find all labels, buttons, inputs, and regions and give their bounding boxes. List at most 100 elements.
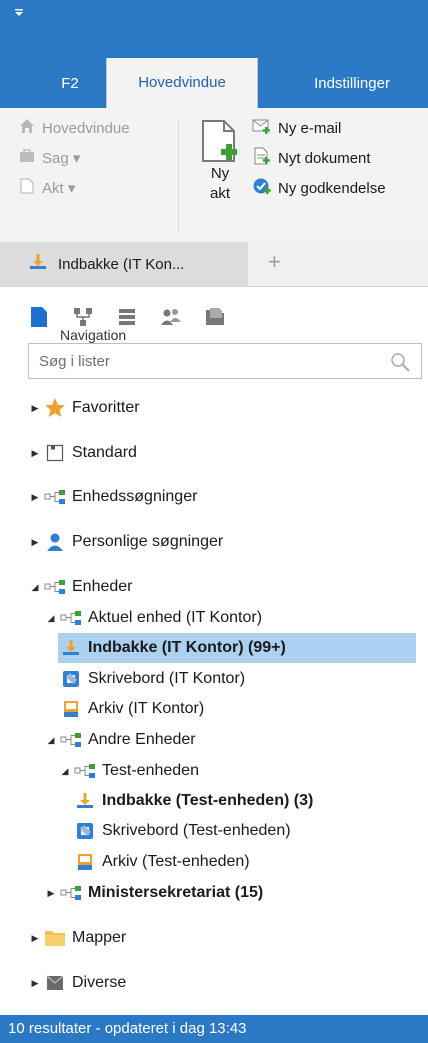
misc-icon — [44, 972, 66, 994]
tree-item-label: Test-enheden — [102, 762, 199, 779]
tree-item-diverse[interactable]: ▶ Diverse — [30, 968, 127, 998]
inbox-icon — [60, 637, 82, 659]
expand-arrow-icon[interactable]: ▶ — [30, 535, 40, 549]
tree-item-personlige-sogninger[interactable]: ▶ Personlige søgninger — [30, 527, 223, 557]
tree-item-standard[interactable]: ▶ Standard — [30, 438, 137, 468]
tree-item-label: Indbakke (Test-enheden) (3) — [102, 792, 314, 809]
folder-icon — [44, 927, 66, 949]
new-document-icon — [252, 147, 272, 172]
tree-item-favoritter[interactable]: ▶ Favoritter — [30, 393, 140, 423]
tree-item-andre-enheder[interactable]: ◢ Andre Enheder — [46, 725, 196, 755]
collapse-arrow-icon[interactable]: ◢ — [60, 764, 70, 778]
tree-item-label: Arkiv (IT Kontor) — [88, 700, 205, 717]
tree-item-mapper[interactable]: ▶ Mapper — [30, 923, 126, 953]
tab-hovedvindue[interactable]: Hovedvindue — [106, 58, 258, 108]
new-email-button[interactable]: Ny e-mail — [252, 118, 341, 140]
tree-item-label: Standard — [72, 444, 137, 461]
expand-arrow-icon[interactable]: ▶ — [30, 931, 40, 945]
tree-item-enheder[interactable]: ◢ Enheder — [30, 572, 133, 602]
nav-sag-label: Sag ▾ — [42, 150, 81, 167]
ribbon: Hovedvindue Sag ▾ Akt ▾ Navigation Ny ak… — [0, 108, 428, 343]
document-tab-bar: Indbakke (IT Kon... + — [0, 242, 428, 287]
unit-hierarchy-icon — [60, 882, 82, 904]
nav-hovedvindue-label: Hovedvindue — [42, 120, 130, 137]
tree-item-label: Diverse — [72, 974, 127, 991]
hierarchy-icon[interactable] — [72, 306, 94, 328]
tree-item-enhedssogninger[interactable]: ▶ Enhedssøgninger — [30, 482, 198, 512]
tab-indstillinger[interactable]: Indstillinger — [292, 62, 412, 108]
document-icon — [18, 177, 36, 202]
nav-hovedvindue-button[interactable]: Hovedvindue — [18, 118, 130, 140]
tree-item-indbakke-test-enheden[interactable]: Indbakke (Test-enheden) (3) — [74, 786, 313, 816]
tree-item-label: Skrivebord (Test-enheden) — [102, 822, 291, 839]
folder-documents-icon[interactable] — [204, 306, 226, 328]
expand-arrow-icon[interactable]: ▶ — [30, 976, 40, 990]
tree-item-arkiv-test-enheden[interactable]: Arkiv (Test-enheden) — [74, 847, 250, 877]
unit-hierarchy-icon — [60, 729, 82, 751]
tree-item-label: Aktuel enhed (IT Kontor) — [88, 609, 263, 626]
tree-item-label: Indbakke (IT Kontor) (99+) — [88, 639, 286, 656]
list-toolbar — [28, 302, 226, 332]
search-field[interactable] — [28, 343, 422, 379]
list-view-icon[interactable] — [116, 306, 138, 328]
tree-item-label: Skrivebord (IT Kontor) — [88, 670, 246, 687]
archive-icon — [60, 698, 82, 720]
tree-item-arkiv-it-kontor[interactable]: Arkiv (IT Kontor) — [60, 694, 204, 724]
nav-sag-button[interactable]: Sag ▾ — [18, 148, 80, 170]
tree-item-test-enheden[interactable]: ◢ Test-enheden — [60, 756, 199, 786]
new-approval-button[interactable]: Ny godkendelse — [252, 178, 386, 200]
expand-arrow-icon[interactable]: ▶ — [30, 401, 40, 415]
new-document-button[interactable]: Nyt dokument — [252, 147, 371, 172]
new-approval-label: Ny godkendelse — [278, 180, 386, 197]
inbox-icon — [28, 252, 48, 277]
new-akt-icon — [200, 118, 240, 169]
tree-item-label: Favoritter — [72, 399, 140, 416]
desk-icon — [60, 668, 82, 690]
ribbon-separator — [178, 120, 179, 232]
collapse-arrow-icon[interactable]: ◢ — [46, 611, 56, 625]
tree-item-label: Mapper — [72, 929, 127, 946]
nav-akt-label: Akt ▾ — [42, 180, 76, 197]
new-akt-label-line1: Ny — [210, 165, 230, 182]
tab-indbakke[interactable]: Indbakke (IT Kon... — [0, 242, 248, 286]
new-email-label: Ny e-mail — [278, 120, 342, 137]
users-icon[interactable] — [160, 306, 182, 328]
collapse-arrow-icon[interactable]: ◢ — [46, 733, 56, 747]
unit-hierarchy-icon — [74, 760, 96, 782]
tree-item-aktuel-enhed[interactable]: ◢ Aktuel enhed (IT Kontor) — [46, 603, 263, 633]
tree-item-skrivebord-it-kontor[interactable]: Skrivebord (IT Kontor) — [60, 664, 245, 694]
status-bar: 10 resultater - opdateret i dag 13:43 — [0, 1015, 428, 1043]
expand-arrow-icon[interactable]: ▶ — [30, 446, 40, 460]
add-tab-button[interactable]: + — [268, 251, 288, 273]
desk-icon — [74, 820, 96, 842]
window-icon — [44, 442, 66, 464]
home-icon — [18, 117, 36, 142]
unit-hierarchy-icon — [44, 576, 66, 598]
collapse-arrow-icon[interactable]: ◢ — [30, 580, 40, 594]
nav-akt-button[interactable]: Akt ▾ — [18, 178, 75, 200]
tree-item-ministersekretariat[interactable]: ▶ Ministersekretariat (15) — [46, 878, 264, 908]
tree-item-label: Enhedssøgninger — [72, 488, 198, 505]
tab-indbakke-label: Indbakke (IT Kon... — [58, 255, 185, 273]
tree-item-skrivebord-test-enheden[interactable]: Skrivebord (Test-enheden) — [74, 816, 291, 846]
tree-item-label: Andre Enheder — [88, 731, 196, 748]
expand-arrow-icon[interactable]: ▶ — [46, 886, 56, 900]
search-input[interactable] — [37, 344, 381, 378]
unit-hierarchy-icon — [60, 607, 82, 629]
person-icon — [44, 531, 66, 553]
tree-item-label: Personlige søgninger — [72, 533, 224, 550]
quick-access-dropdown-icon[interactable] — [14, 8, 30, 24]
search-icon[interactable] — [389, 351, 411, 378]
document-list-icon[interactable] — [28, 306, 50, 328]
archive-icon — [74, 851, 96, 873]
new-email-icon — [252, 117, 272, 142]
inbox-icon — [74, 790, 96, 812]
expand-arrow-icon[interactable]: ▶ — [30, 490, 40, 504]
unit-hierarchy-icon — [44, 486, 66, 508]
title-bar: F2 Hovedvindue Indstillinger — [0, 0, 428, 108]
star-icon — [44, 397, 66, 419]
new-akt-label-line2: akt — [209, 185, 230, 202]
new-approval-icon — [252, 177, 272, 202]
tree-item-indbakke-it-kontor[interactable]: Indbakke (IT Kontor) (99+) — [60, 633, 286, 663]
tab-f2[interactable]: F2 — [40, 62, 100, 108]
